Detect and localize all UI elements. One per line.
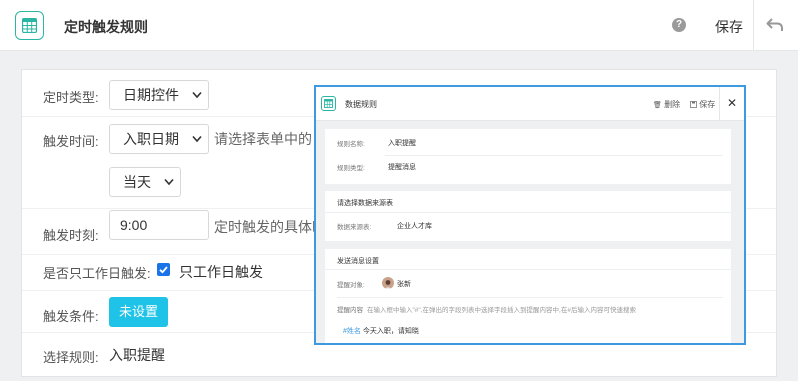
trigger-moment-input[interactable]: 9:00: [109, 210, 209, 240]
workday-only-label: 是否只工作日触发:: [43, 266, 151, 281]
workday-only-option-label[interactable]: 只工作日触发: [179, 262, 263, 282]
chevron-down-icon: [164, 178, 174, 186]
rule-type-value[interactable]: 提醒消息: [388, 162, 416, 172]
trigger-moment-label: 触发时刻:: [43, 228, 99, 243]
rule-name-label: 规则名称:: [337, 141, 365, 148]
timer-type-value: 日期控件: [123, 87, 179, 103]
message-settings-title: 发送消息设置: [337, 258, 379, 265]
popup-basic-section: 规则名称: 入职提醒 规则类型: 提醒消息: [325, 129, 731, 184]
rule-preview-popup: 数据规则 🗑 删除 保存 ✕ 规则名称: 入职提醒 规则类型: 提醒消息 请选择…: [314, 85, 746, 345]
rule-label: 选择规则:: [43, 350, 99, 365]
trigger-time-hint: 请选择表单中的日: [214, 131, 326, 147]
timer-type-select[interactable]: 日期控件: [109, 80, 209, 110]
trigger-date-field-select[interactable]: 入职日期: [109, 124, 209, 154]
close-icon[interactable]: ✕: [727, 96, 737, 110]
top-header: 定时触发规则 ? 保存: [0, 0, 798, 51]
datasource-value[interactable]: 企业人才库: [397, 221, 432, 231]
popup-title: 数据规则: [345, 100, 377, 109]
recipient-value[interactable]: 张新: [397, 279, 411, 289]
popup-delete-button[interactable]: 🗑 删除: [653, 99, 680, 110]
recipient-underline: [337, 297, 723, 298]
trigger-day-value: 当天: [123, 174, 151, 190]
popup-delete-label: 删除: [664, 100, 681, 109]
content-label: 提醒内容: [337, 307, 363, 314]
floppy-icon: [690, 101, 697, 108]
popup-datasource-section: 请选择数据来源表 数据来源表: 企业人才库: [325, 191, 731, 241]
undo-arrow-icon[interactable]: [766, 17, 784, 33]
user-avatar: [382, 277, 394, 289]
content-editor[interactable]: #姓名 今天入职，请知晓: [343, 326, 419, 336]
chevron-down-icon: [192, 91, 202, 99]
timer-type-label: 定时类型:: [43, 90, 99, 105]
rule-value[interactable]: 入职提醒: [109, 345, 165, 365]
rule-name-value[interactable]: 入职提醒: [388, 138, 416, 148]
recipient-label: 提醒对象:: [337, 282, 365, 289]
trash-icon: 🗑: [653, 102, 662, 109]
content-hint: 在输入框中输入"#",在弹出的字段列表中选择字段插入到提醒内容中,在#后输入内容…: [367, 307, 636, 314]
workday-only-checkbox[interactable]: [157, 263, 170, 276]
chevron-down-icon: [192, 135, 202, 143]
condition-not-set-button[interactable]: 未设置: [109, 297, 169, 327]
header-divider: [753, 0, 754, 51]
checkmark-icon: [159, 266, 168, 274]
content-text: 今天入职，请知晓: [362, 328, 419, 335]
page-title: 定时触发规则: [64, 19, 148, 35]
popup-save-button[interactable]: 保存: [690, 99, 715, 110]
rule-type-label: 规则类型:: [337, 165, 365, 172]
rule-name-underline: [385, 155, 723, 156]
popup-header: 数据规则 🗑 删除 保存 ✕: [316, 87, 744, 121]
condition-label: 触发条件:: [43, 309, 99, 324]
trigger-day-select[interactable]: 当天: [109, 167, 181, 197]
message-divider: [325, 269, 731, 270]
question-circle-icon[interactable]: ?: [672, 18, 686, 32]
save-button[interactable]: 保存: [715, 17, 743, 37]
popup-save-label: 保存: [699, 100, 716, 109]
content-field-tag: #姓名: [343, 328, 361, 335]
datasource-divider: [325, 212, 731, 213]
table-grid-icon: [321, 96, 336, 111]
trigger-moment-hint: 定时触发的具体时: [214, 219, 326, 235]
popup-header-divider: [719, 87, 720, 121]
table-grid-icon: [15, 11, 44, 40]
trigger-time-label: 触发时间:: [43, 134, 99, 149]
trigger-date-field-value: 入职日期: [123, 131, 179, 147]
popup-message-section: 发送消息设置 提醒对象: 张新 提醒内容 在输入框中输入"#",在弹出的字段列表…: [325, 249, 731, 343]
datasource-label: 数据来源表:: [337, 224, 372, 231]
datasource-title: 请选择数据来源表: [337, 200, 393, 207]
